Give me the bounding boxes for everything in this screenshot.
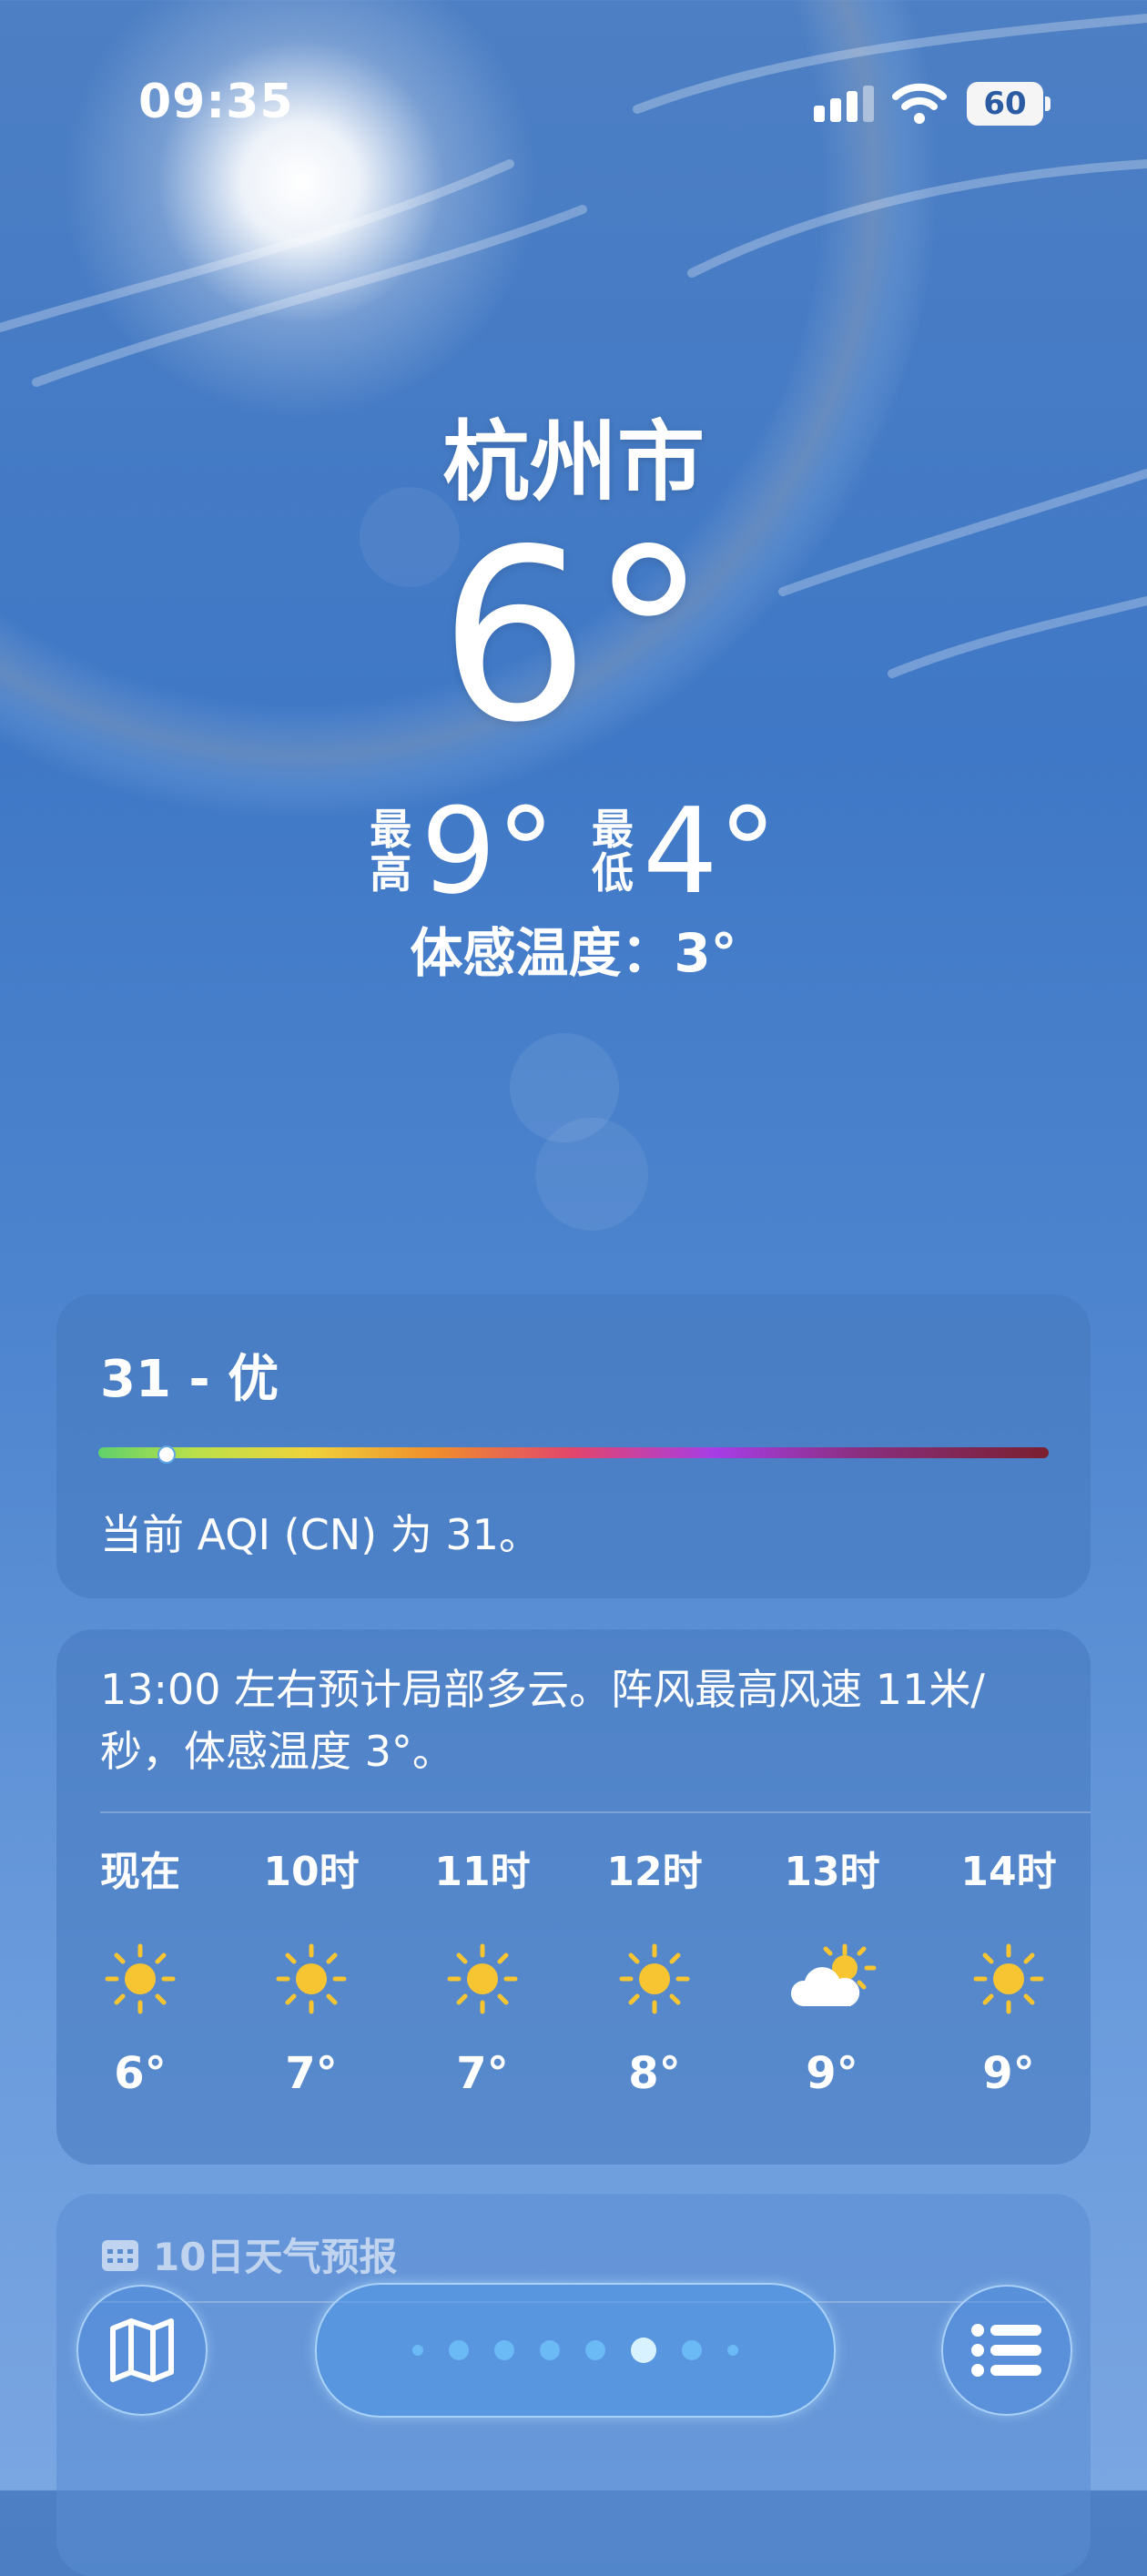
page-dots[interactable] [317,2285,834,2416]
hour-label: 14时 [960,1849,1057,1895]
feels-like: 体感温度：3° [410,922,737,984]
current-temperature: 6° [439,500,708,775]
partly-cloudy-icon [768,1933,896,2024]
hour-temp: 7° [285,2048,338,2099]
hour-item: 10时 7° [248,1839,375,2099]
aqi-description: 当前 AQI (CN) 为 31。 [100,1510,541,1559]
status-bar: 09:35 60 [0,0,1147,209]
battery-nub [1045,96,1051,111]
hour-temp: 6° [114,2048,167,2099]
hour-label: 12时 [606,1849,703,1895]
page-dot[interactable] [682,2340,702,2360]
sun-icon [945,1933,1072,2024]
sun-icon [76,1933,204,2024]
page-dot[interactable] [412,2345,423,2356]
aqi-scale-bar [98,1447,1049,1458]
page-dot[interactable] [540,2340,560,2360]
hour-item: 12时 8° [591,1839,718,2099]
battery-level: 60 [967,82,1043,126]
aqi-indicator-dot [157,1445,177,1464]
hour-temp: 9° [982,2048,1035,2099]
cellular-signal-icon [814,86,874,122]
hour-label: 10时 [263,1849,360,1895]
battery-indicator: 60 [967,82,1051,126]
status-time: 09:35 [138,75,294,129]
hourly-list[interactable]: 现在 6° 10时 7° 11时 7° 12时 8° 13时 9° 14时 9° [56,1839,1091,2148]
sun-icon [419,1933,546,2024]
page-dot-active[interactable] [631,2338,656,2363]
hour-item: 现在 6° [76,1839,204,2099]
page-dot[interactable] [449,2340,469,2360]
calendar-icon [102,2239,138,2271]
current-weather: 杭州市 6° 最高 9° 最低 4° 体感温度：3° [0,391,1147,984]
hour-item: 11时 7° [419,1839,546,2099]
page-indicator[interactable] [315,2283,836,2418]
forecast-header: 10日天气预报 [100,2226,397,2282]
high-label: 最高 [370,805,412,898]
city-list-button[interactable] [941,2285,1072,2416]
page-dot[interactable] [727,2345,738,2356]
hourly-summary: 13:00 左右预计局部多云。阵风最高风速 11米/秒，体感温度 3°。 [100,1665,985,1776]
wifi-icon [892,83,947,124]
hour-temp: 8° [628,2048,681,2099]
hour-item: 13时 9° [768,1839,896,2099]
high-value: 9° [421,782,555,920]
high-low: 最高 9° 最低 4° [0,792,1147,910]
hour-temp: 9° [806,2048,858,2099]
low-value: 4° [643,782,777,920]
high-temp: 最高 9° [370,792,555,910]
sun-icon [591,1933,718,2024]
divider [100,1811,1091,1813]
aqi-value: 31 - 优 [100,1350,279,1409]
page-dot[interactable] [585,2340,605,2360]
map-icon [110,2318,174,2382]
hour-label: 现在 [100,1849,180,1895]
hour-item: 14时 9° [945,1839,1072,2099]
low-label: 最低 [592,805,634,898]
aqi-card[interactable]: 31 - 优 当前 AQI (CN) 为 31。 [56,1294,1091,1598]
low-temp: 最低 4° [592,792,777,910]
sun-icon [248,1933,375,2024]
forecast-title: 10日天气预报 [153,2235,398,2279]
hour-label: 11时 [434,1849,531,1895]
hourly-forecast-card[interactable]: 13:00 左右预计局部多云。阵风最高风速 11米/秒，体感温度 3°。 现在 … [56,1629,1091,2165]
page-dot[interactable] [494,2340,514,2360]
list-icon [971,2324,1041,2377]
hour-temp: 7° [456,2048,509,2099]
hour-label: 13时 [784,1849,880,1895]
map-button[interactable] [76,2285,208,2416]
